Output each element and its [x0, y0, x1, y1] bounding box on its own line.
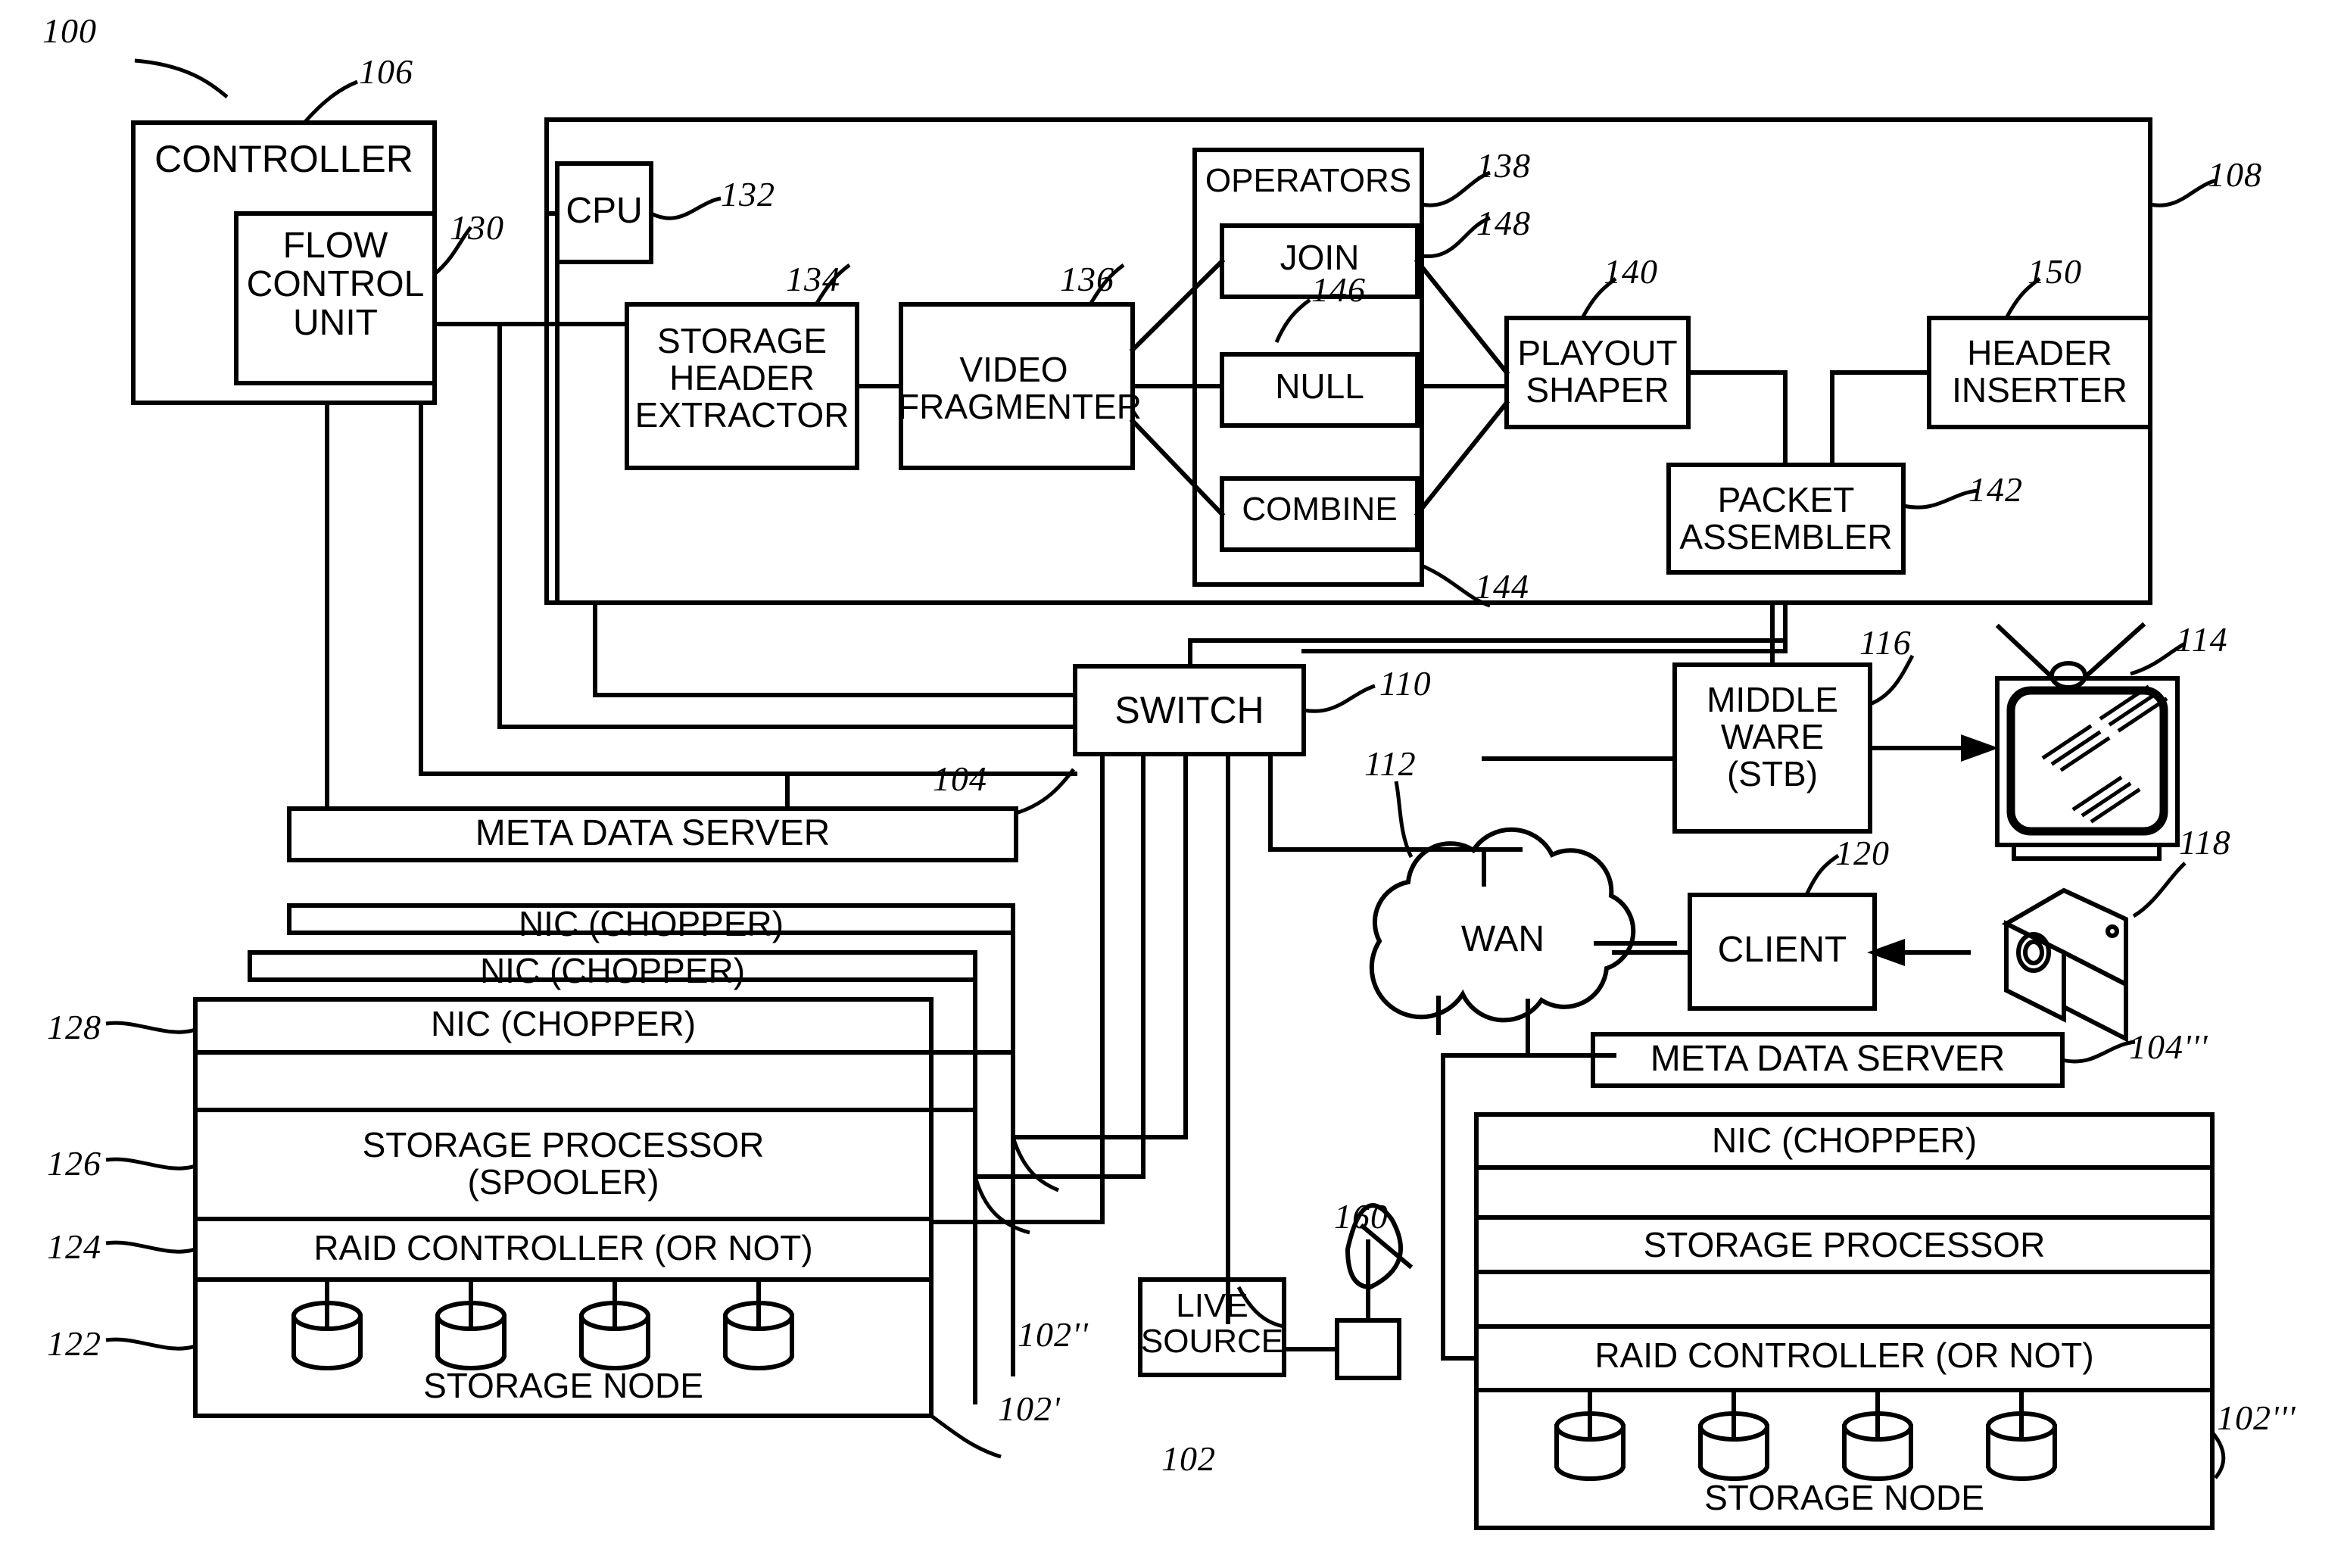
ref-104-triple: 104'''	[2129, 1027, 2208, 1066]
middleware-label: MIDDLE WARE (STB)	[1707, 680, 1838, 793]
storage-node-label-left: STORAGE NODE	[423, 1366, 703, 1405]
ref-116: 116	[1859, 623, 1912, 662]
combine-label: COMBINE	[1242, 491, 1398, 528]
storage-header-extractor-label: STORAGE HEADER EXTRACTOR	[634, 321, 849, 435]
ref-150: 150	[2028, 252, 2082, 291]
ref-102-single: 102'	[998, 1389, 1061, 1428]
meta-data-server-right-label: META DATA SERVER	[1650, 1039, 2006, 1079]
ref-132: 132	[721, 175, 775, 214]
ref-140: 140	[1604, 252, 1658, 291]
nic-chopper-label-front: NIC (CHOPPER)	[430, 1004, 697, 1043]
nic-chopper-label-right: NIC (CHOPPER)	[1711, 1121, 1978, 1160]
ref-110: 110	[1379, 664, 1432, 703]
ref-128: 128	[47, 1008, 101, 1046]
storage-processor-spooler-label: STORAGE PROCESSOR (SPOOLER)	[362, 1125, 765, 1202]
ref-160: 160	[1334, 1197, 1389, 1236]
flow-control-unit-label: FLOW CONTROL UNIT	[246, 226, 425, 343]
storage-node-label-right: STORAGE NODE	[1704, 1478, 1984, 1517]
ref-136: 136	[1060, 260, 1114, 298]
ref-104: 104	[933, 759, 987, 798]
join-label: JOIN	[1280, 238, 1360, 277]
ref-102-triple: 102'''	[2217, 1398, 2296, 1437]
ref-108: 108	[2208, 155, 2262, 194]
ref-118: 118	[2179, 823, 2231, 862]
playout-shaper-label: PLAYOUT SHAPER	[1517, 333, 1678, 410]
meta-data-server-label: META DATA SERVER	[475, 813, 831, 853]
ref-114: 114	[2176, 620, 2228, 659]
ref-112: 112	[1364, 744, 1417, 783]
ref-126: 126	[47, 1144, 101, 1183]
ref-148: 148	[1476, 204, 1531, 242]
video-fragmenter-label: VIDEO FRAGMENTER	[898, 350, 1142, 426]
ref-102-double: 102''	[1018, 1315, 1089, 1354]
operators-label: OPERATORS	[1205, 162, 1412, 199]
ref-102: 102	[1161, 1439, 1216, 1478]
header-inserter-label: HEADER INSERTER	[1952, 333, 2127, 410]
ref-138: 138	[1476, 146, 1531, 185]
client-label: CLIENT	[1717, 930, 1847, 970]
packet-assembler-label: PACKET ASSEMBLER	[1679, 480, 1893, 556]
controller-label: CONTROLLER	[154, 138, 413, 180]
ref-100: 100	[42, 11, 97, 50]
null-label: NULL	[1275, 366, 1364, 406]
ref-144: 144	[1475, 567, 1529, 606]
nic-chopper-label-middle: NIC (CHOPPER)	[479, 951, 746, 990]
patent-figure: 100 106 130 132 134 136 138 148 146 140 …	[0, 0, 2344, 1568]
storage-processor-label-right: STORAGE PROCESSOR	[1643, 1225, 2046, 1264]
ref-130: 130	[450, 208, 504, 247]
live-source-label: LIVE SOURCE	[1140, 1287, 1284, 1360]
nic-chopper-label-back: NIC (CHOPPER)	[518, 904, 784, 943]
ref-106: 106	[359, 52, 413, 91]
raid-controller-label-left: RAID CONTROLLER (OR NOT)	[313, 1228, 813, 1267]
ref-120: 120	[1835, 834, 1890, 872]
switch-label: SWITCH	[1114, 689, 1264, 731]
wan-label: WAN	[1460, 919, 1545, 959]
ref-124: 124	[47, 1227, 101, 1266]
cpu-label: CPU	[566, 191, 643, 231]
raid-controller-label-right: RAID CONTROLLER (OR NOT)	[1594, 1336, 2094, 1375]
ref-134: 134	[786, 260, 840, 298]
ref-142: 142	[1968, 470, 2023, 509]
ref-122: 122	[47, 1324, 101, 1363]
